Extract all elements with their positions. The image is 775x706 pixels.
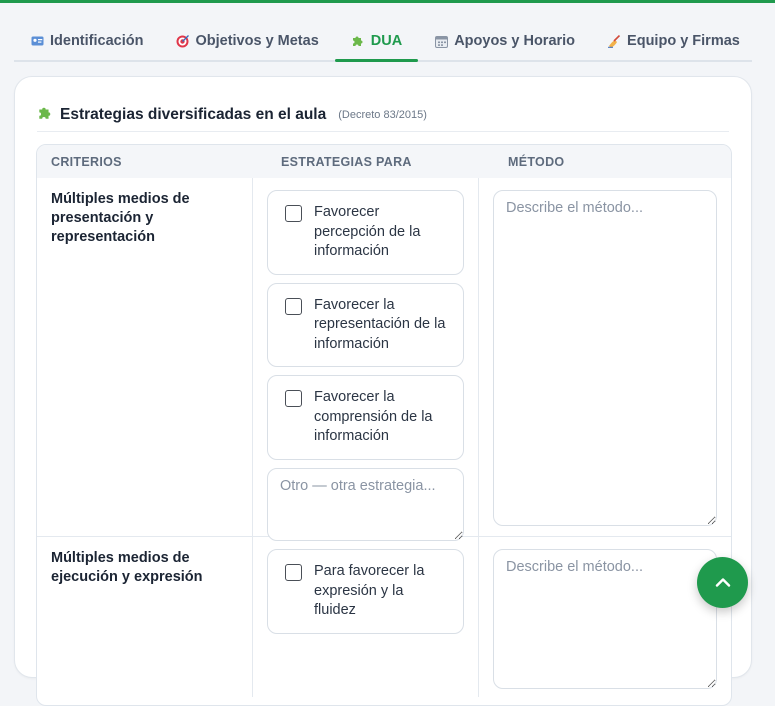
dua-strategies-table: CRITERIOS ESTRATEGIAS PARA MÉTODO Múltip… (36, 144, 732, 706)
strategy-option[interactable]: Para favorecer la expresión y la fluidez (267, 549, 464, 634)
section-subtitle: (Decreto 83/2015) (338, 109, 427, 121)
metodo-cell (479, 178, 731, 536)
tab-label: Equipo y Firmas (627, 33, 740, 49)
estrategias-cell: Favorecer percepción de la información F… (253, 178, 479, 541)
tab-bar: Identificación Objetivos y Metas DUA Apo… (14, 22, 752, 62)
tab-label: Identificación (50, 33, 144, 49)
criterio-label: Múltiples medios de presentación y repre… (51, 191, 190, 245)
tab-equipo-firmas[interactable]: Equipo y Firmas (591, 22, 756, 60)
tab-label: Objetivos y Metas (195, 33, 319, 49)
section-header: Estrategias diversificadas en el aula (D… (37, 99, 729, 132)
column-header-criterios: CRITERIOS (51, 154, 122, 169)
checkbox[interactable] (285, 564, 302, 581)
strategy-option-label: Favorecer la representación de la inform… (314, 296, 446, 352)
otra-estrategia-input[interactable] (267, 467, 464, 541)
metodo-textarea[interactable] (493, 549, 717, 689)
writing-hand-icon (607, 34, 621, 48)
checkbox[interactable] (285, 297, 302, 315)
top-accent-bar (0, 0, 775, 3)
puzzle-icon (351, 34, 365, 48)
strategy-option-label: Favorecer la comprensión de la informaci… (314, 389, 433, 444)
strategy-option-label: Favorecer percepción de la información (314, 204, 421, 259)
checkbox[interactable] (285, 390, 302, 407)
tab-identificacion[interactable]: Identificación (14, 22, 159, 60)
table-header: CRITERIOS ESTRATEGIAS PARA MÉTODO (37, 145, 731, 178)
metodo-cell (479, 537, 731, 697)
column-header-metodo: MÉTODO (508, 154, 565, 169)
criterio-label: Múltiples medios de ejecución y expresió… (51, 550, 203, 585)
puzzle-icon (37, 106, 52, 125)
target-icon (175, 34, 189, 48)
estrategias-cell: Para favorecer la expresión y la fluidez (253, 537, 479, 697)
id-card-icon (30, 34, 44, 48)
strategy-option-label: Para favorecer la expresión y la fluidez (314, 563, 425, 618)
strategy-option[interactable]: Favorecer percepción de la información (267, 190, 464, 275)
table-row: Múltiples medios de presentación y repre… (37, 178, 731, 541)
tab-objetivos-metas[interactable]: Objetivos y Metas (159, 22, 334, 60)
criterio-cell: Múltiples medios de presentación y repre… (37, 178, 253, 536)
criterio-cell: Múltiples medios de ejecución y expresió… (37, 537, 253, 697)
calendar-icon (434, 34, 448, 48)
scroll-to-top-button[interactable] (697, 557, 748, 608)
tab-dua[interactable]: DUA (334, 22, 419, 62)
column-header-estrategias: ESTRATEGIAS PARA (281, 154, 412, 169)
section-title: Estrategias diversificadas en el aula (60, 106, 327, 123)
tab-label: DUA (370, 33, 403, 49)
tab-label: Apoyos y Horario (454, 33, 576, 49)
strategy-option[interactable]: Favorecer la comprensión de la informaci… (267, 375, 464, 460)
strategy-option[interactable]: Favorecer la representación de la inform… (267, 282, 464, 367)
checkbox[interactable] (285, 205, 302, 222)
tab-apoyos-horario[interactable]: Apoyos y Horario (418, 22, 591, 60)
dua-card: Estrategias diversificadas en el aula (D… (14, 76, 752, 706)
metodo-textarea[interactable] (493, 190, 717, 526)
table-row: Múltiples medios de ejecución y expresió… (37, 536, 731, 697)
chevron-up-icon (715, 574, 731, 592)
